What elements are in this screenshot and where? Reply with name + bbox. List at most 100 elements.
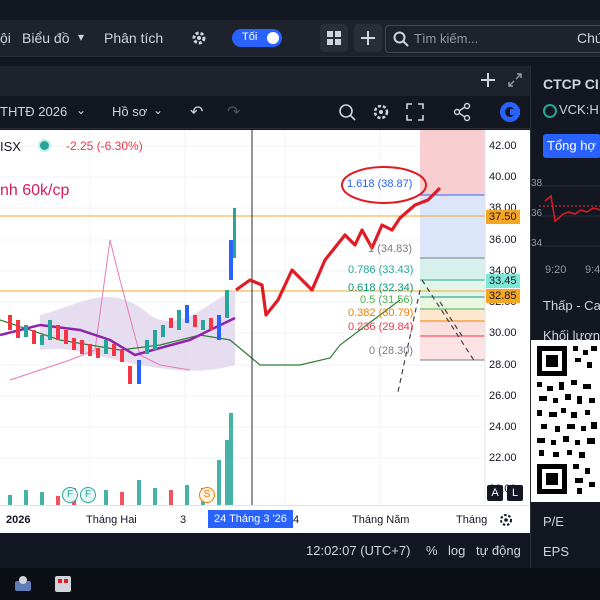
settings-icon[interactable] [498, 512, 514, 528]
y-tick: 22.00 [489, 452, 517, 464]
y-tick: 26.00 [489, 390, 517, 402]
search-input[interactable]: Tìm kiếm... [385, 25, 600, 53]
crosshair-date-label: 24 Tháng 3 '26 [208, 510, 293, 528]
fib-zone-786 [420, 258, 485, 280]
profile-dropdown[interactable]: Hồ sơ [112, 104, 147, 119]
ticker-label: VCK:H [559, 102, 599, 117]
log-scale-button[interactable]: L [507, 485, 523, 501]
chevron-down-icon: ▾ [78, 30, 85, 44]
fib-label-1618: 1.618 (38.87) [347, 178, 413, 190]
status-bar: 12:02:07 (UTC+7) % log tự động [0, 533, 530, 568]
x-tick: Tháng [456, 514, 488, 526]
settings-icon[interactable] [371, 102, 391, 122]
search-icon [393, 31, 409, 47]
y-tick: 40.00 [489, 171, 517, 183]
y-tick: 30.00 [489, 327, 517, 339]
exchange-label: ISX [0, 139, 21, 154]
layout-title[interactable]: THTĐ 2026 [0, 104, 67, 119]
y-tick: 24.00 [489, 421, 517, 433]
qr-pattern [537, 346, 597, 494]
x-tick: Tháng Hai [86, 514, 137, 526]
x-tick: 3 [180, 514, 187, 526]
event-badge-f[interactable]: F [80, 487, 96, 503]
chart-type-dropdown[interactable]: Biểu đồ [22, 30, 69, 46]
y-tick: 28.00 [489, 359, 517, 371]
right-panel: CTCP CI VCK:H Tổng hợ 38 36 34 9:20 9:4 … [530, 66, 600, 568]
fib-zone-upper [420, 195, 485, 258]
chart-toolbar: THTĐ 2026 ⌄ Hồ sơ ⌄ ↶ ↷ [0, 96, 530, 129]
auto-scale-button[interactable]: A [487, 485, 503, 501]
fib-label-05: 0.5 (31.56) [360, 294, 414, 306]
x-axis: 2026 Tháng Hai 3 24 Tháng 3 '26 4 Tháng … [0, 505, 530, 534]
eps-label: EPS [543, 544, 570, 559]
x-tick: 4 [293, 514, 300, 526]
theme-toggle-label: Tối [242, 31, 258, 43]
indicator-search-icon[interactable] [337, 102, 357, 122]
taskbar [0, 568, 600, 600]
overview-label: Tổng hợ [547, 138, 596, 153]
percent-toggle[interactable]: % [426, 543, 438, 558]
fib-label-0236: 0.236 (29.84) [348, 321, 414, 333]
fib-label-0: 0 (28.30) [369, 345, 414, 357]
fib-label-0786: 0.786 (33.43) [348, 264, 414, 276]
price-tag-3285: 32.85 [486, 289, 520, 303]
company-name: CTCP CI [543, 76, 599, 92]
mini-y-tick: 38 [531, 178, 543, 189]
auto-toggle[interactable]: tự động [476, 543, 521, 558]
toggle-knob [267, 32, 279, 44]
pe-label: P/E [543, 514, 564, 529]
top-bar: ội Biểu đồ ▾ Phân tích Tối Tìm kiếm... C… [0, 20, 600, 57]
fib-zone-618 [420, 280, 485, 297]
chevron-down-icon: ⌄ [153, 103, 164, 117]
fib-zone-382 [420, 309, 485, 321]
add-button[interactable] [354, 24, 382, 52]
logo-icon [500, 102, 520, 122]
fib-label-1: 1 (34.83) [368, 243, 413, 255]
right-menu-partial[interactable]: Chứ [577, 30, 600, 46]
plus-icon [361, 31, 375, 45]
chart-canvas [0, 130, 486, 505]
redo-icon[interactable]: ↷ [227, 102, 240, 122]
status-icon [543, 104, 557, 118]
price-change: -2.25 (-6.30%) [66, 139, 143, 153]
search-placeholder: Tìm kiếm... [414, 31, 479, 46]
gear-icon[interactable] [190, 29, 208, 47]
mini-chart [539, 185, 600, 247]
x-tick: Tháng Năm [352, 514, 410, 526]
price-chart[interactable]: ISX -2.25 (-6.30%) nh 60k/cp 1.618 (38.8… [0, 130, 530, 505]
undo-icon[interactable]: ↶ [190, 102, 203, 122]
fib-label-0618: 0.618 (32.34) [348, 282, 414, 294]
panel-header [0, 66, 530, 96]
fib-zone-236 [420, 321, 485, 336]
mini-y-tick: 36 [531, 208, 543, 219]
analysis-button[interactable]: Phân tích [104, 30, 163, 46]
expand-icon[interactable] [507, 72, 523, 88]
log-toggle[interactable]: log [448, 543, 465, 558]
clock-display: 12:02:07 (UTC+7) [306, 543, 411, 558]
event-badge-s[interactable]: S [199, 487, 215, 503]
share-icon[interactable] [452, 102, 472, 122]
price-tag-3750: 37.50 [486, 210, 520, 224]
status-dot [38, 139, 51, 152]
fib-zone-500 [420, 297, 485, 309]
fullscreen-icon[interactable] [405, 102, 425, 122]
x-tick: 2026 [6, 514, 31, 526]
fib-zone-top [420, 130, 485, 195]
price-tag-3345: 33.45 [486, 274, 520, 288]
y-tick: 42.00 [489, 140, 517, 152]
mini-x-tick: 9:20 [545, 264, 567, 276]
layout-grid-button[interactable] [320, 24, 348, 52]
grid-icon [327, 31, 341, 45]
qr-code [531, 340, 600, 502]
chevron-down-icon: ⌄ [76, 103, 87, 117]
event-badge-f[interactable]: F [62, 487, 78, 503]
menu-item-partial[interactable]: ội [0, 30, 11, 46]
plus-icon[interactable] [480, 72, 496, 88]
mini-x-tick: 9:4 [585, 264, 600, 276]
overview-button[interactable]: Tổng hợ [543, 134, 600, 158]
fib-label-0382: 0.382 (30.79) [348, 307, 414, 319]
app-icon[interactable] [52, 573, 74, 595]
theme-toggle[interactable]: Tối [232, 29, 282, 47]
app-icon[interactable] [12, 573, 34, 595]
chart-annotation: nh 60k/cp [0, 182, 70, 199]
